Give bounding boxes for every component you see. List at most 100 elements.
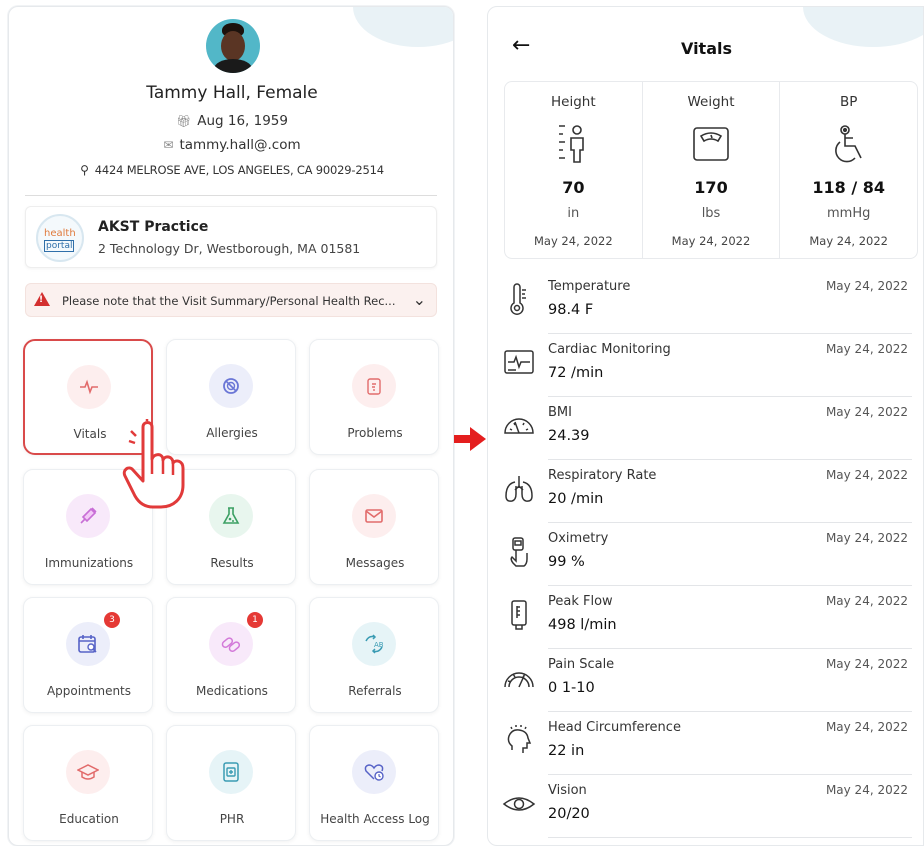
summary-height[interactable]: Height 70 in May 24, 2022 (505, 82, 643, 258)
tile-label: PHR (219, 812, 245, 826)
divider (25, 195, 437, 196)
tile-phr[interactable]: PHR (166, 725, 296, 841)
syringe-icon (66, 494, 110, 538)
tile-label: Health Access Log (320, 812, 430, 826)
tile-label: Immunizations (44, 556, 134, 570)
vital-name: Respiratory Rate (548, 468, 657, 483)
notice-text: Please note that the Visit Summary/Perso… (62, 294, 396, 308)
scale-icon (693, 127, 729, 161)
allergy-icon (209, 364, 253, 408)
vitals-summary-card: Height 70 in May 24, 2022 Weight 170 lbs… (504, 81, 918, 259)
pain-scale-icon (502, 661, 536, 695)
envelope-icon: ✉ (163, 138, 174, 152)
patient-dashboard-screen: Tammy Hall, Female 🎁︎ Aug 16, 1959 ✉ tammy… (8, 6, 454, 846)
vital-name: Vision (548, 783, 587, 798)
tile-label: Messages (345, 556, 405, 570)
vital-date: May 24, 2022 (825, 594, 908, 608)
tile-label: Medications (196, 684, 268, 698)
chevron-down-icon[interactable]: ⌄ (413, 290, 426, 309)
tile-label: Education (59, 812, 119, 826)
tile-messages[interactable]: Messages (309, 469, 439, 585)
tile-health-access-log[interactable]: Health Access Log (309, 725, 439, 841)
vital-row-temperature[interactable]: Temperature 98.4 F May 24, 2022 (502, 271, 912, 334)
height-person-icon (559, 125, 585, 163)
vital-row-cardiac-monitoring[interactable]: Cardiac Monitoring 72 /min May 24, 2022 (502, 334, 912, 397)
vital-value: 99 % (548, 554, 585, 570)
avatar[interactable] (206, 19, 260, 73)
graduation-cap-icon (66, 750, 110, 794)
summary-bp[interactable]: BP 118 / 84 mmHg May 24, 2022 (780, 82, 917, 258)
blood-pressure-icon (834, 125, 862, 163)
count-badge: 3 (104, 612, 120, 628)
record-icon (209, 750, 253, 794)
vital-row-bmi[interactable]: BMI 24.39 May 24, 2022 (502, 397, 912, 460)
vital-row-oximetry[interactable]: Oximetry 99 % May 24, 2022 (502, 523, 912, 586)
tile-label: Results (210, 556, 254, 570)
patient-dob-line: 🎁︎ Aug 16, 1959 (9, 113, 453, 129)
summary-weight[interactable]: Weight 170 lbs May 24, 2022 (643, 82, 781, 258)
envelope-icon (352, 494, 396, 538)
tile-medications[interactable]: 1 Medications (166, 597, 296, 713)
vital-name: Pain Scale (548, 657, 615, 672)
tile-appointments[interactable]: 3 Appointments (23, 597, 153, 713)
tile-label: Appointments (46, 684, 132, 698)
lungs-icon (502, 472, 536, 506)
oximeter-icon (502, 535, 536, 569)
vital-value: 498 l/min (548, 617, 617, 633)
vital-value: 20 /min (548, 491, 604, 507)
vital-name: Peak Flow (548, 594, 613, 609)
vital-value: 0 1-10 (548, 680, 595, 696)
decorative-blob (353, 7, 453, 47)
vital-value: 98.4 F (548, 302, 594, 318)
tile-label: Problems (347, 426, 403, 440)
divider (548, 837, 912, 838)
patient-name: Tammy Hall, Female (146, 83, 318, 103)
thermometer-icon (502, 283, 536, 317)
location-pin-icon: ⚲ (80, 163, 89, 177)
notice-banner[interactable]: ! Please note that the Visit Summary/Per… (25, 283, 437, 317)
screenshot-stage: Tammy Hall, Female 🎁︎ Aug 16, 1959 ✉ tammy… (0, 0, 924, 846)
vital-row-vision[interactable]: Vision 20/20 May 24, 2022 (502, 775, 912, 838)
patient-dob: Aug 16, 1959 (197, 113, 288, 129)
arrow-right-icon (454, 427, 486, 451)
vital-name: Temperature (548, 279, 631, 294)
vital-date: May 24, 2022 (825, 279, 908, 293)
patient-email[interactable]: tammy.hall@.com (179, 137, 300, 153)
vital-date: May 24, 2022 (825, 342, 908, 356)
vitals-screen: ← Vitals Height 70 in May 24, 2022 Weigh… (487, 6, 924, 846)
vital-name: Oximetry (548, 531, 609, 546)
vital-date: May 24, 2022 (825, 657, 908, 671)
vital-row-peak-flow[interactable]: Peak Flow 498 l/min May 24, 2022 (502, 586, 912, 649)
bmi-gauge-icon (502, 409, 536, 443)
heartbeat-icon (67, 365, 111, 409)
vital-row-pain-scale[interactable]: Pain Scale 0 1-10 May 24, 2022 (502, 649, 912, 712)
vital-date: May 24, 2022 (825, 720, 908, 734)
referral-icon: AB (352, 622, 396, 666)
vital-row-head-circumference[interactable]: Head Circumference 22 in May 24, 2022 (502, 712, 912, 775)
practice-address: 2 Technology Dr, Westborough, MA 01581 (98, 241, 361, 256)
vital-name: Head Circumference (548, 720, 681, 735)
vital-date: May 24, 2022 (825, 531, 908, 545)
vital-date: May 24, 2022 (825, 783, 908, 797)
tile-problems[interactable]: Problems (309, 339, 439, 455)
practice-name: AKST Practice (98, 219, 209, 235)
vital-date: May 24, 2022 (825, 405, 908, 419)
health-portal-logo: health portal (36, 214, 84, 262)
peak-flow-meter-icon (502, 598, 536, 632)
page-title: Vitals (680, 39, 733, 58)
count-badge: 1 (247, 612, 263, 628)
calendar-icon (66, 622, 110, 666)
patient-address-line: ⚲ 4424 MELROSE AVE, LOS ANGELES, CA 90029… (9, 163, 453, 177)
vital-row-respiratory-rate[interactable]: Respiratory Rate 20 /min May 24, 2022 (502, 460, 912, 523)
flask-icon (209, 494, 253, 538)
patient-address: 4424 MELROSE AVE, LOS ANGELES, CA 90029-… (94, 163, 384, 177)
pill-icon (209, 622, 253, 666)
tile-education[interactable]: Education (23, 725, 153, 841)
heart-monitor-icon (502, 346, 536, 380)
tile-referrals[interactable]: AB Referrals (309, 597, 439, 713)
vital-value: 72 /min (548, 365, 604, 381)
svg-text:AB: AB (374, 641, 384, 649)
vital-name: BMI (548, 405, 572, 420)
vital-date: May 24, 2022 (825, 468, 908, 482)
practice-card[interactable]: health portal AKST Practice 2 Technology… (25, 206, 437, 268)
